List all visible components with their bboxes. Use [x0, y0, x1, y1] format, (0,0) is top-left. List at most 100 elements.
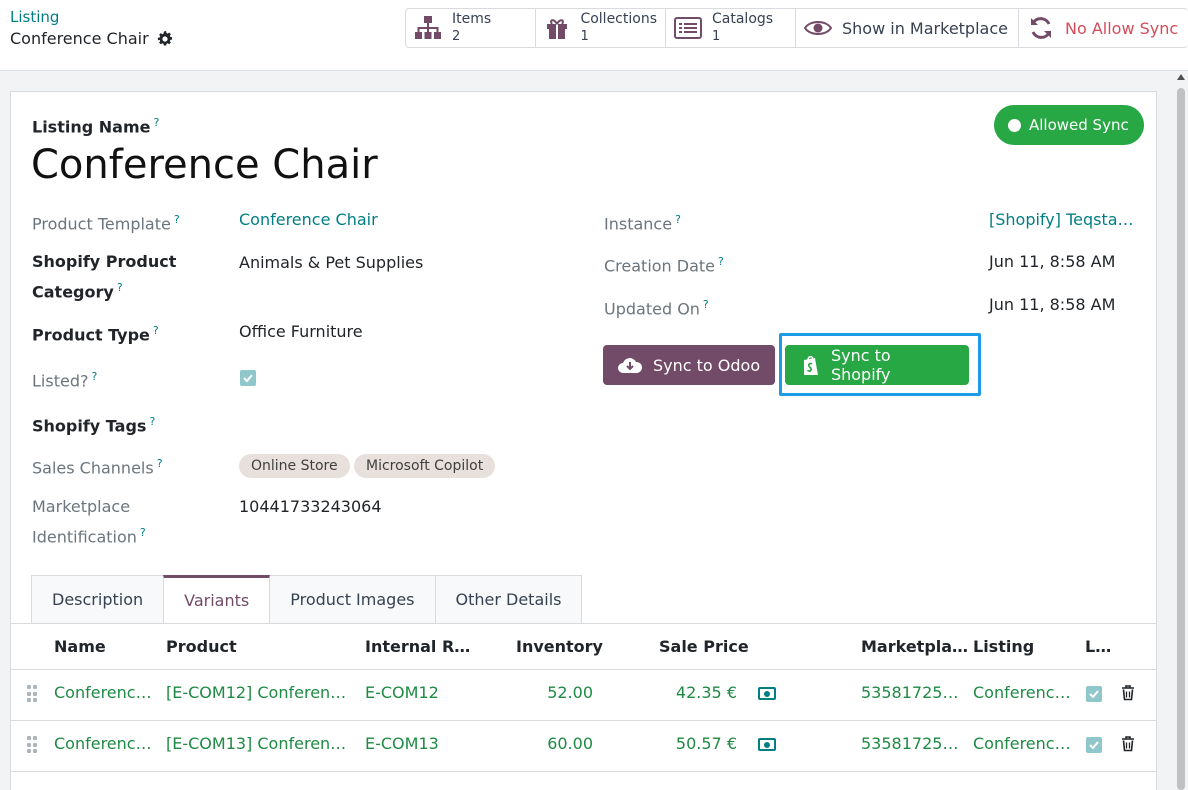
- allowed-sync-toggle[interactable]: Allowed Sync: [994, 105, 1144, 145]
- smart-buttons: Items 2 Collections 1 Catalogs 1 Show in…: [405, 8, 1188, 48]
- scroll-up-arrow-icon[interactable]: [1177, 74, 1185, 80]
- cell-inventory[interactable]: 60.00: [547, 734, 593, 753]
- drag-handle-icon[interactable]: [27, 736, 37, 754]
- status-dot-icon: [1008, 118, 1021, 132]
- category-label-line2: Category: [32, 282, 114, 302]
- listed-checkbox[interactable]: [1086, 686, 1102, 702]
- help-icon[interactable]: ?: [140, 526, 146, 539]
- help-icon[interactable]: ?: [149, 415, 155, 428]
- column-header-sale-price[interactable]: Sale Price: [659, 637, 749, 656]
- help-icon[interactable]: ?: [174, 213, 180, 226]
- cell-listing[interactable]: Conferenc…: [973, 683, 1071, 702]
- cell-name[interactable]: Conferenc…: [54, 683, 152, 702]
- marketplace-id-label-line1: Marketplace: [32, 497, 131, 516]
- gift-icon: [544, 15, 570, 41]
- sync-to-shopify-label: Sync to Shopify: [830, 346, 891, 384]
- cloud-download-icon: [618, 358, 643, 373]
- listing-name-label-text: Listing Name: [32, 117, 151, 137]
- help-icon[interactable]: ?: [117, 281, 123, 294]
- tab-other-details[interactable]: Other Details: [434, 575, 583, 623]
- variants-table-header: Name Product Internal R… Inventory Sale …: [11, 624, 1156, 670]
- form-sheet: Allowed Sync Listing Name? Conference Ch…: [10, 91, 1157, 790]
- help-icon[interactable]: ?: [703, 298, 709, 311]
- instance-link[interactable]: [Shopify] Teqsta…: [989, 207, 1134, 233]
- show-in-marketplace-button[interactable]: Show in Marketplace: [795, 8, 1019, 48]
- collections-button[interactable]: Collections 1: [535, 8, 666, 48]
- listed-label: Listed??: [32, 364, 97, 394]
- breadcrumb-parent-link[interactable]: Listing: [10, 8, 59, 26]
- sync-to-odoo-label: Sync to Odoo: [653, 355, 761, 375]
- sales-channels-label-text: Sales Channels: [32, 458, 154, 478]
- list-icon: [674, 15, 702, 41]
- catalogs-button[interactable]: Catalogs 1: [665, 8, 796, 48]
- column-header-inventory[interactable]: Inventory: [516, 637, 603, 656]
- column-header-marketplace[interactable]: Marketpla…: [861, 637, 968, 656]
- table-row[interactable]: Conferenc… [E-COM13] Conferen… E-COM13 6…: [11, 721, 1156, 772]
- creation-date-label-text: Creation Date: [604, 256, 716, 276]
- cell-name[interactable]: Conferenc…: [54, 734, 152, 753]
- eye-icon: [804, 15, 832, 41]
- cell-marketplace-id[interactable]: 53581725…: [861, 734, 958, 753]
- scrollbar-thumb[interactable]: [1177, 88, 1185, 790]
- help-icon[interactable]: ?: [675, 213, 681, 226]
- cell-product[interactable]: [E-COM13] Conferen…: [166, 734, 346, 753]
- sales-channel-tag[interactable]: Microsoft Copilot: [354, 454, 496, 478]
- cell-listing[interactable]: Conferenc…: [973, 734, 1071, 753]
- check-icon: [1089, 690, 1099, 698]
- money-icon[interactable]: [758, 738, 776, 751]
- help-icon[interactable]: ?: [157, 457, 163, 470]
- refresh-icon: [1027, 15, 1055, 41]
- items-label: Items: [452, 11, 492, 27]
- cell-sale-price[interactable]: 50.57 €: [676, 734, 737, 753]
- sync-to-odoo-button[interactable]: Sync to Odoo: [603, 345, 775, 385]
- creation-date-value: Jun 11, 8:58 AM: [989, 252, 1116, 271]
- column-header-listed[interactable]: L…: [1085, 637, 1111, 656]
- listing-name-label: Listing Name?: [32, 116, 159, 136]
- cell-inventory[interactable]: 52.00: [547, 683, 593, 702]
- table-row[interactable]: Conferenc… [E-COM12] Conferen… E-COM12 5…: [11, 670, 1156, 721]
- cell-internal-ref[interactable]: E-COM12: [365, 683, 439, 702]
- column-header-name[interactable]: Name: [54, 637, 106, 656]
- listing-name-field[interactable]: Conference Chair: [31, 142, 378, 188]
- check-icon: [1089, 741, 1099, 749]
- sync-to-shopify-button[interactable]: Sync to Shopify: [785, 345, 969, 385]
- gear-icon[interactable]: [157, 30, 173, 47]
- marketplace-id-field[interactable]: 10441733243064: [239, 494, 382, 520]
- cell-sale-price[interactable]: 42.35 €: [676, 683, 737, 702]
- help-icon[interactable]: ?: [91, 370, 97, 383]
- sales-channels-label: Sales Channels?: [32, 451, 163, 481]
- listed-checkbox[interactable]: [240, 370, 256, 386]
- tab-product-images[interactable]: Product Images: [269, 575, 436, 623]
- listed-label-text: Listed?: [32, 371, 89, 391]
- collections-count: 1: [580, 29, 589, 44]
- help-icon[interactable]: ?: [153, 116, 159, 129]
- product-type-field[interactable]: Office Furniture: [239, 319, 363, 345]
- no-allow-sync-button[interactable]: No Allow Sync: [1018, 8, 1188, 48]
- items-button[interactable]: Items 2: [405, 8, 536, 48]
- tab-description[interactable]: Description: [31, 575, 165, 623]
- notebook-tabs: Description Variants Product Images Othe…: [31, 575, 583, 623]
- breadcrumb-current-label: Conference Chair: [10, 29, 149, 48]
- column-header-internal-ref[interactable]: Internal R…: [365, 637, 470, 656]
- help-icon[interactable]: ?: [718, 255, 724, 268]
- cell-marketplace-id[interactable]: 53581725…: [861, 683, 958, 702]
- drag-handle-icon[interactable]: [27, 685, 37, 703]
- column-header-listing[interactable]: Listing: [973, 637, 1034, 656]
- updated-on-label: Updated On?: [604, 292, 709, 322]
- sales-channel-tag[interactable]: Online Store: [239, 454, 350, 478]
- trash-icon[interactable]: [1121, 736, 1135, 752]
- marketplace-id-label-line2: Identification: [32, 527, 137, 547]
- tab-variants[interactable]: Variants: [163, 575, 271, 623]
- money-icon[interactable]: [758, 687, 776, 700]
- cell-internal-ref[interactable]: E-COM13: [365, 734, 439, 753]
- category-field[interactable]: Animals & Pet Supplies: [239, 250, 423, 276]
- listed-checkbox[interactable]: [1086, 737, 1102, 753]
- marketplace-id-label: Marketplace Identification?: [32, 494, 146, 550]
- allowed-sync-label: Allowed Sync: [1029, 116, 1129, 134]
- trash-icon[interactable]: [1121, 685, 1135, 701]
- product-template-link[interactable]: Conference Chair: [239, 207, 378, 233]
- show-in-marketplace-label: Show in Marketplace: [842, 18, 1008, 38]
- help-icon[interactable]: ?: [153, 324, 159, 337]
- cell-product[interactable]: [E-COM12] Conferen…: [166, 683, 346, 702]
- column-header-product[interactable]: Product: [166, 637, 237, 656]
